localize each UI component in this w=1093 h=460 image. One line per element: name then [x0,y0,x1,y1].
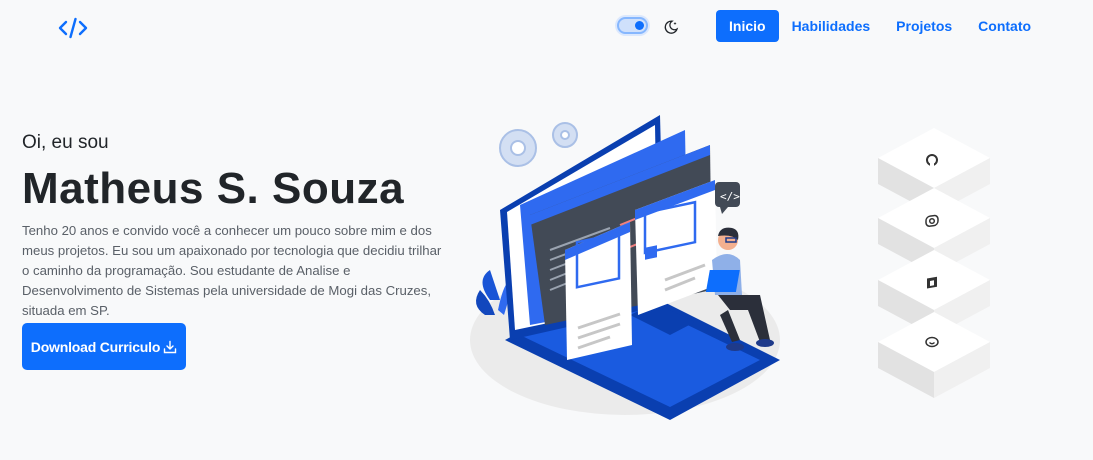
whatsapp-cube[interactable] [878,312,990,398]
download-icon [164,340,177,353]
main-nav: Inicio Habilidades Projetos Contato [716,10,1044,42]
hero-greeting: Oi, eu sou [22,132,109,153]
whatsapp-icon [925,336,939,348]
instagram-icon [925,214,939,227]
linkedin-icon [927,276,937,289]
gear-icon-large [499,129,537,167]
developer-illustration: </> [470,115,780,420]
hero-bio: Tenho 20 anos e convido você a conhecer … [22,223,442,318]
toggle-knob [635,21,644,30]
social-links [878,128,990,398]
svg-text:</>: </> [720,190,740,203]
theme-toggle[interactable] [617,17,648,34]
nav-item-habilidades[interactable]: Habilidades [779,10,884,42]
moon-icon [664,20,679,34]
nav-item-contato[interactable]: Contato [965,10,1044,42]
hero-name: Matheus S. Souza [22,164,405,213]
download-cv-label: Download Curriculo [30,338,161,355]
gear-icon-small [552,122,578,148]
download-cv-button[interactable]: Download Curriculo [22,323,186,370]
github-icon [926,154,938,166]
nav-item-projetos[interactable]: Projetos [883,10,965,42]
code-icon[interactable] [58,16,88,40]
nav-item-inicio[interactable]: Inicio [716,10,779,42]
